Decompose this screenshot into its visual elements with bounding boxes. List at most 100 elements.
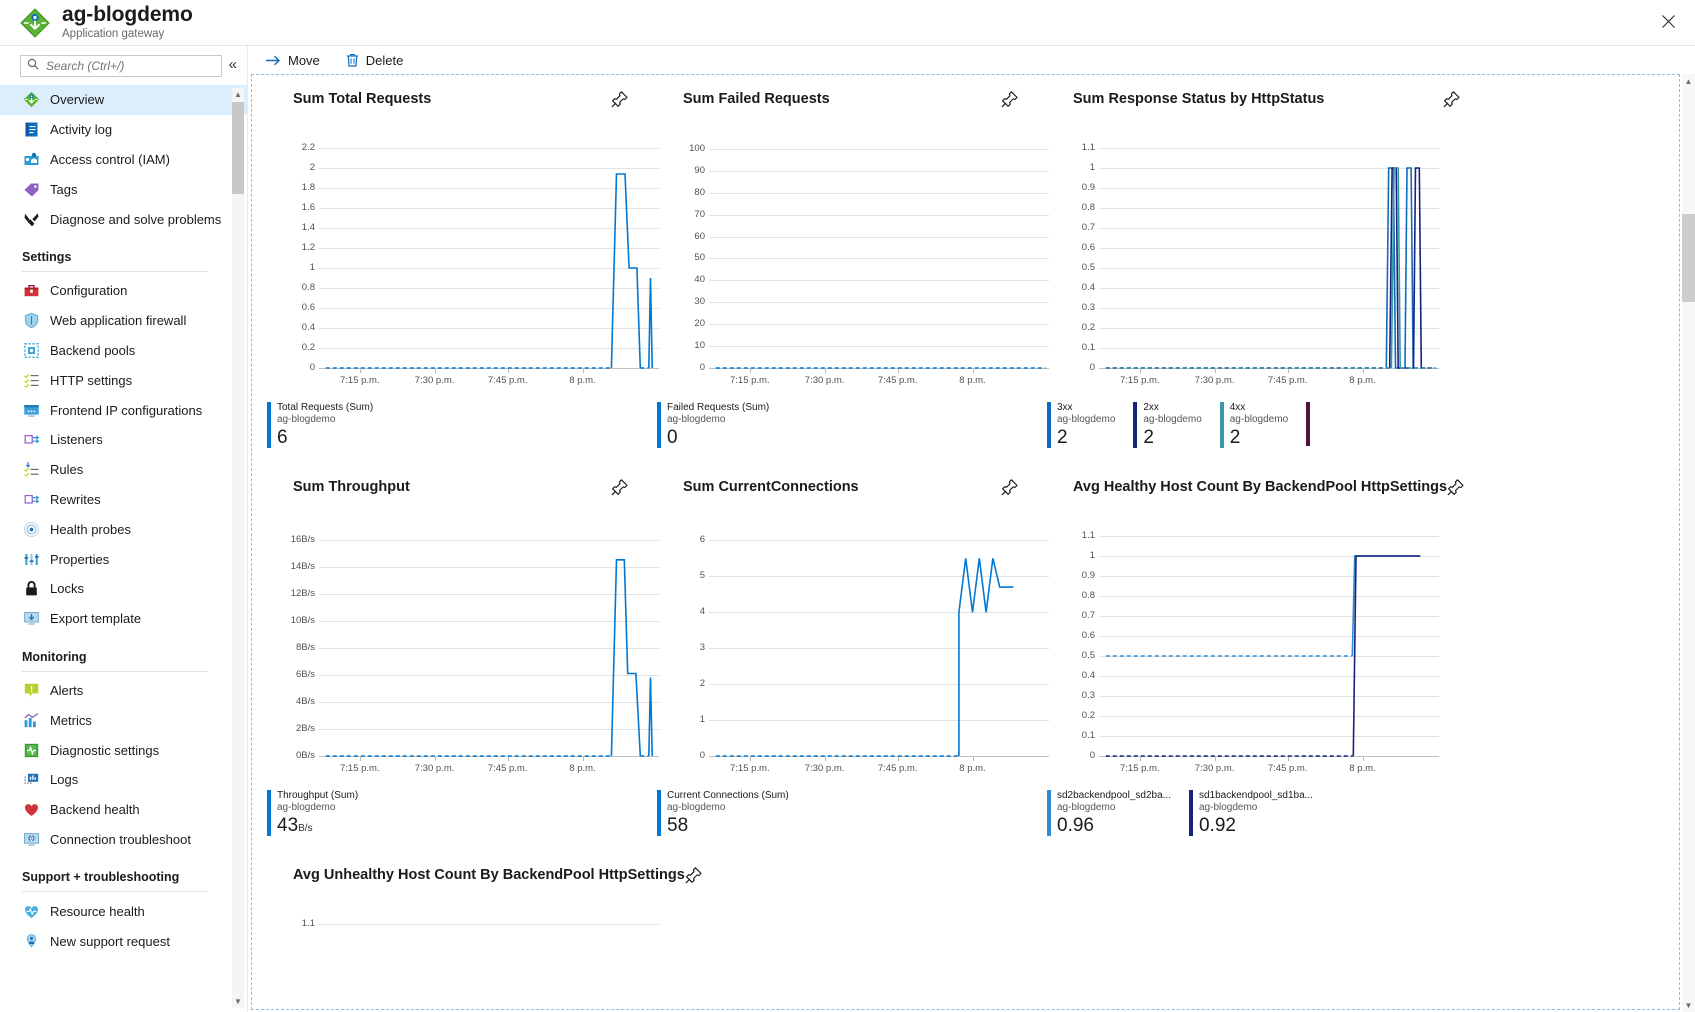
nav-scrollbar[interactable]: ▲ ▼ xyxy=(232,88,244,1008)
sidebar-item-web-application-firewall[interactable]: Web application firewall xyxy=(0,306,247,336)
nav-scroll-down-icon[interactable]: ▼ xyxy=(232,995,244,1008)
nav-scroll-up-icon[interactable]: ▲ xyxy=(232,88,244,101)
pin-icon[interactable] xyxy=(1447,478,1467,498)
sidebar-item-rules[interactable]: Rules xyxy=(0,455,247,485)
legend-item[interactable]: Throughput (Sum) ag-blogdemo 43B/s xyxy=(267,790,376,840)
legend-value: 58 xyxy=(667,815,789,837)
legend-item[interactable]: sd2backendpool_sd2ba... ag-blogdemo 0.96 xyxy=(1047,790,1189,837)
sidebar-item-frontend-ip-configurations[interactable]: Frontend IP configurations xyxy=(0,395,247,425)
sidebar-item-diagnose-and-solve-problems[interactable]: Diagnose and solve problems xyxy=(0,204,247,234)
legend-value-number: 2 xyxy=(1229,427,1241,448)
resource-type-subtitle: Application gateway xyxy=(62,28,165,40)
pin-icon[interactable] xyxy=(611,90,631,110)
sidebar-item-listeners[interactable]: Listeners xyxy=(0,425,247,455)
move-button[interactable]: Move xyxy=(264,46,322,74)
chart-title: Sum Total Requests xyxy=(293,91,432,107)
lock-icon xyxy=(22,580,40,598)
x-axis-tick-label: 7:15 p.m. xyxy=(1119,375,1160,386)
legend-value-unit: B/s xyxy=(298,823,313,834)
chart-plot-area: 0 0.2 0.4 0.6 0.8 1 1.2 1.4 1.6 1.8 2 2.2 7:15 p.m. 7… xyxy=(302,138,659,386)
legend-resource-name: ag-blogdemo xyxy=(277,802,336,813)
sidebar-item-connection-troubleshoot[interactable]: Connection troubleshoot xyxy=(0,825,247,855)
sidebar-item-backend-pools[interactable]: Backend pools xyxy=(0,336,247,366)
y-axis-tick-label: 0 xyxy=(699,362,705,373)
x-axis-tick-label: 8 p.m. xyxy=(959,375,986,386)
close-icon[interactable] xyxy=(1653,6,1683,36)
sidebar-item-new-support-request[interactable]: New support request xyxy=(0,926,247,956)
sidebar-item-resource-health[interactable]: Resource health xyxy=(0,896,247,926)
pin-icon[interactable] xyxy=(611,478,631,498)
legend-value-number: 0 xyxy=(667,427,678,448)
sidebar-item-metrics[interactable]: Metrics xyxy=(0,705,247,735)
delete-button[interactable]: Delete xyxy=(344,46,406,74)
sidebar-item-overview[interactable]: Overview xyxy=(0,85,247,115)
legend-color-swatch xyxy=(1133,402,1138,448)
chart-title: Sum Throughput xyxy=(293,479,410,495)
sidebar-item-tags[interactable]: Tags xyxy=(0,174,247,204)
legend-value-number: 58 xyxy=(667,815,689,836)
search-input[interactable] xyxy=(44,58,215,74)
x-axis-tick-label: 7:30 p.m. xyxy=(1194,375,1235,386)
listener-icon xyxy=(22,431,40,449)
pin-icon[interactable] xyxy=(1001,478,1021,498)
page-scrollbar-thumb[interactable] xyxy=(1682,214,1695,302)
sidebar-item-logs[interactable]: Logs xyxy=(0,765,247,795)
sidebar-item-configuration[interactable]: Configuration xyxy=(0,276,247,306)
search-icon xyxy=(27,57,39,75)
legend-value-number: 2 xyxy=(1057,427,1068,448)
chart-title: Sum Response Status by HttpStatus xyxy=(1073,91,1325,107)
y-axis-tick-label: 0.1 xyxy=(1081,730,1095,741)
legend-item[interactable]: sd1backendpool_sd1ba... ag-blogdemo 0.92 xyxy=(1188,790,1331,837)
x-axis-tick-label: 7:30 p.m. xyxy=(414,763,455,774)
x-axis-tick-label: 8 p.m. xyxy=(959,763,986,774)
legend-series-name: Failed Requests (Sum) xyxy=(667,402,770,413)
pin-icon[interactable] xyxy=(1443,90,1463,110)
legend-resource-name: ag-blogdemo xyxy=(1198,802,1258,813)
y-axis-tick-label: 0.7 xyxy=(1081,222,1095,233)
sidebar-item-export-template[interactable]: Export template xyxy=(0,604,247,634)
sidebar-section-support-troubleshooting: Support + troubleshooting xyxy=(0,854,247,896)
legend-value-number: 43 xyxy=(277,815,299,836)
y-axis-tick-label: 0.2 xyxy=(301,342,315,353)
search-box[interactable] xyxy=(20,55,222,77)
sidebar-item-backend-health[interactable]: Backend health xyxy=(0,795,247,825)
sidebar-item-http-settings[interactable]: HTTP settings xyxy=(0,365,247,395)
sidebar-item-diagnostic-settings[interactable]: Diagnostic settings xyxy=(0,735,247,765)
sidebar-item-label: Backend health xyxy=(50,802,140,818)
legend-item[interactable]: Total Requests (Sum) ag-blogdemo 6 xyxy=(267,402,391,449)
sidebar-item-activity-log[interactable]: Activity log xyxy=(0,115,247,145)
page-scroll-up-icon[interactable]: ▲ xyxy=(1682,74,1695,88)
y-axis-tick-label: 0.4 xyxy=(1081,670,1095,681)
pin-icon[interactable] xyxy=(685,866,705,886)
sidebar-item-access-control-iam[interactable]: Access control (IAM) xyxy=(0,145,247,175)
legend-item[interactable]: Current Connections (Sum) ag-blogdemo 58 xyxy=(657,790,807,837)
collapse-panel-icon[interactable]: « xyxy=(229,56,237,74)
sidebar-item-alerts[interactable]: Alerts xyxy=(0,676,247,706)
legend-value: 0.92 xyxy=(1199,815,1313,837)
sidebar-item-label: Connection troubleshoot xyxy=(50,831,191,847)
sidebar-item-locks[interactable]: Locks xyxy=(0,574,247,604)
nav-scrollbar-thumb[interactable] xyxy=(232,102,244,194)
legend-item[interactable]: 3xx ag-blogdemo 2 xyxy=(1047,402,1133,449)
sidebar-item-label: Rules xyxy=(50,462,84,478)
pin-icon[interactable] xyxy=(1001,90,1021,110)
sidebar-item-label: Diagnose and solve problems xyxy=(50,211,222,227)
page-scrollbar[interactable]: ▲ ▼ xyxy=(1682,74,1695,1012)
sidebar-item-label: Activity log xyxy=(50,122,113,138)
toolbox-icon xyxy=(22,282,40,300)
legend-color-swatch xyxy=(1047,790,1051,836)
metrics-content-area: Sum Total Requests 0 0.2 0.4 0.6 0.8 1 1.2 1.4 1.… xyxy=(249,74,1695,1012)
sidebar-item-health-probes[interactable]: Health probes xyxy=(0,514,247,544)
chart-title: Avg Unhealthy Host Count By BackendPool … xyxy=(293,867,685,883)
legend-item[interactable]: Failed Requests (Sum) ag-blogdemo 0 xyxy=(657,402,787,449)
sidebar-item-properties[interactable]: Properties xyxy=(0,544,247,574)
chart-series-line xyxy=(715,558,1014,757)
sidebar-item-label: HTTP settings xyxy=(50,372,133,388)
y-axis-tick-label: 0.4 xyxy=(1081,282,1095,293)
legend-item[interactable]: 4xx ag-blogdemo 2 xyxy=(1219,402,1306,449)
sidebar-item-rewrites[interactable]: Rewrites xyxy=(0,485,247,515)
legend-item[interactable]: 2xx ag-blogdemo 2 xyxy=(1133,402,1219,449)
legend-item[interactable] xyxy=(1306,402,1316,449)
page-scroll-down-icon[interactable]: ▼ xyxy=(1682,998,1695,1012)
heart-icon xyxy=(22,801,40,819)
